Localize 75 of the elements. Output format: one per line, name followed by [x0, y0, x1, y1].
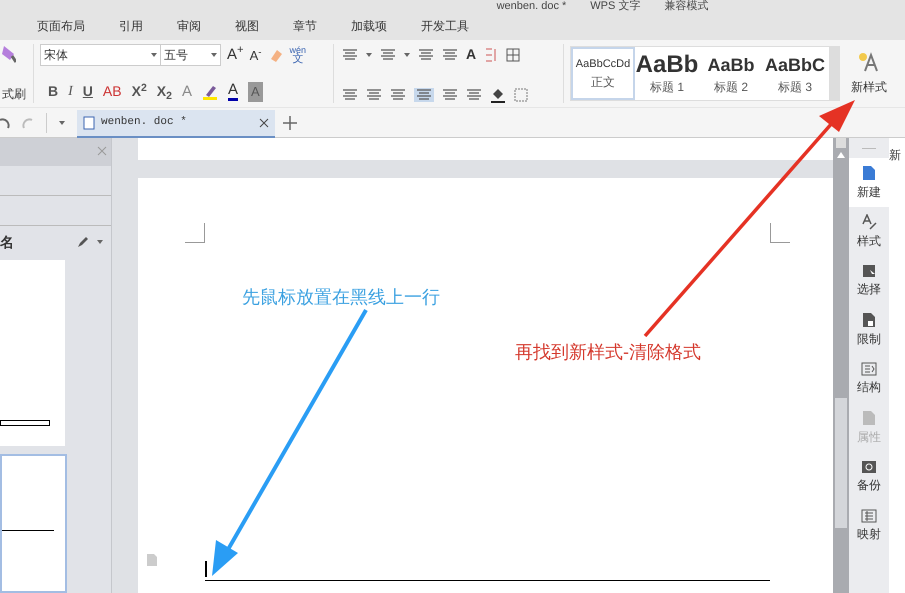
format-button[interactable]: X$_{2}$: [156, 81, 172, 102]
new-style-button[interactable]: 新样式: [840, 44, 898, 103]
lock-document-icon: [862, 312, 876, 328]
font-size-field[interactable]: 五号: [160, 44, 221, 66]
font-color-button[interactable]: A: [228, 82, 238, 102]
panel-heading: 名: [0, 232, 14, 252]
sidebar-item[interactable]: 选择: [849, 256, 889, 305]
outline-icon: [861, 362, 877, 376]
undo-icon[interactable]: [0, 116, 10, 130]
document-icon: [862, 164, 876, 180]
menu-tab[interactable]: 引用: [102, 12, 160, 40]
annotation-text: 先鼠标放置在黑线上一行: [242, 286, 440, 309]
dropdown-caret-icon[interactable]: [151, 53, 157, 58]
dropdown-caret-icon[interactable]: [404, 52, 410, 56]
text-cursor: [205, 561, 207, 577]
menu-tab[interactable]: 页面布局: [20, 12, 102, 40]
style-preset[interactable]: AaBb 标题 1: [635, 47, 699, 100]
border-icon[interactable]: [514, 88, 528, 102]
sidebar-item[interactable]: 样式: [849, 207, 889, 256]
menu-tab[interactable]: 视图: [218, 12, 276, 40]
phonetic-button[interactable]: wén 文: [290, 46, 306, 64]
paint-brush-icon[interactable]: [2, 44, 16, 64]
dropdown-caret-icon[interactable]: [211, 53, 217, 58]
window-title: wenben. doc *: [496, 1, 566, 12]
pen-letter-icon: [861, 214, 877, 230]
menu-tab[interactable]: 审阅: [160, 12, 218, 40]
format-button[interactable]: X$^{2}$: [132, 81, 147, 102]
style-preset[interactable]: AaBb 标题 2: [699, 47, 763, 100]
pencil-icon[interactable]: [77, 236, 89, 248]
grow-font-button[interactable]: A$^{+}$: [227, 44, 244, 66]
shrink-font-button[interactable]: A$^{-}$: [250, 46, 262, 65]
format-button[interactable]: B: [48, 81, 58, 102]
format-painter-label[interactable]: 式刷: [2, 85, 26, 103]
window-title: 兼容模式: [664, 1, 708, 12]
sparkle-letter-icon: [857, 52, 881, 72]
menu-tab[interactable]: 开发工具: [404, 12, 486, 40]
panel-title: 新: [889, 148, 901, 162]
corner-mark: [185, 223, 205, 243]
document-tab[interactable]: wenben. doc *: [77, 110, 275, 138]
align-right-icon[interactable]: [390, 88, 406, 102]
format-button[interactable]: I: [68, 81, 73, 102]
sidebar-item[interactable]: 新建: [849, 158, 889, 207]
annotation-text: 再找到新样式-清除格式: [515, 341, 701, 364]
highlighter-icon[interactable]: [202, 84, 218, 100]
cursor-square-icon: [862, 264, 876, 278]
page-thumbnail[interactable]: [0, 454, 67, 593]
style-preset[interactable]: AaBbC 标题 3: [763, 47, 827, 100]
sidebar-item[interactable]: 映射: [849, 501, 889, 550]
font-name-field[interactable]: 宋体: [40, 44, 161, 66]
close-icon[interactable]: [259, 118, 269, 128]
paint-bucket-icon[interactable]: [490, 87, 506, 103]
sidebar-item[interactable]: 限制: [849, 305, 889, 354]
align-left-icon[interactable]: [342, 88, 358, 102]
dropdown-caret-icon[interactable]: [366, 52, 372, 56]
menu-tab[interactable]: 章节: [276, 12, 334, 40]
page-thumbnail[interactable]: [0, 260, 65, 446]
document-icon: [83, 116, 95, 130]
format-button[interactable]: U: [82, 81, 93, 102]
menu-tab[interactable]: 加载项: [334, 12, 404, 40]
mapping-icon: [861, 508, 877, 522]
style-preset[interactable]: AaBbCcDd 正文: [571, 47, 635, 100]
align-center-icon[interactable]: [366, 88, 382, 102]
document-icon: [862, 410, 876, 426]
plus-icon[interactable]: [283, 116, 297, 130]
table-grid-icon[interactable]: [506, 48, 520, 62]
sidebar-item[interactable]: 备份: [849, 452, 889, 501]
dropdown-caret-icon[interactable]: [97, 240, 103, 244]
window-title: WPS 文字: [590, 1, 640, 12]
scroll-thumb[interactable]: [835, 398, 847, 528]
dropdown-caret-icon[interactable]: [59, 120, 65, 124]
backup-icon: [861, 460, 877, 474]
corner-mark: [770, 223, 790, 243]
sidebar-item[interactable]: 结构: [849, 354, 889, 403]
format-button[interactable]: AB: [102, 81, 122, 102]
character-spacing-button[interactable]: A: [466, 44, 476, 65]
